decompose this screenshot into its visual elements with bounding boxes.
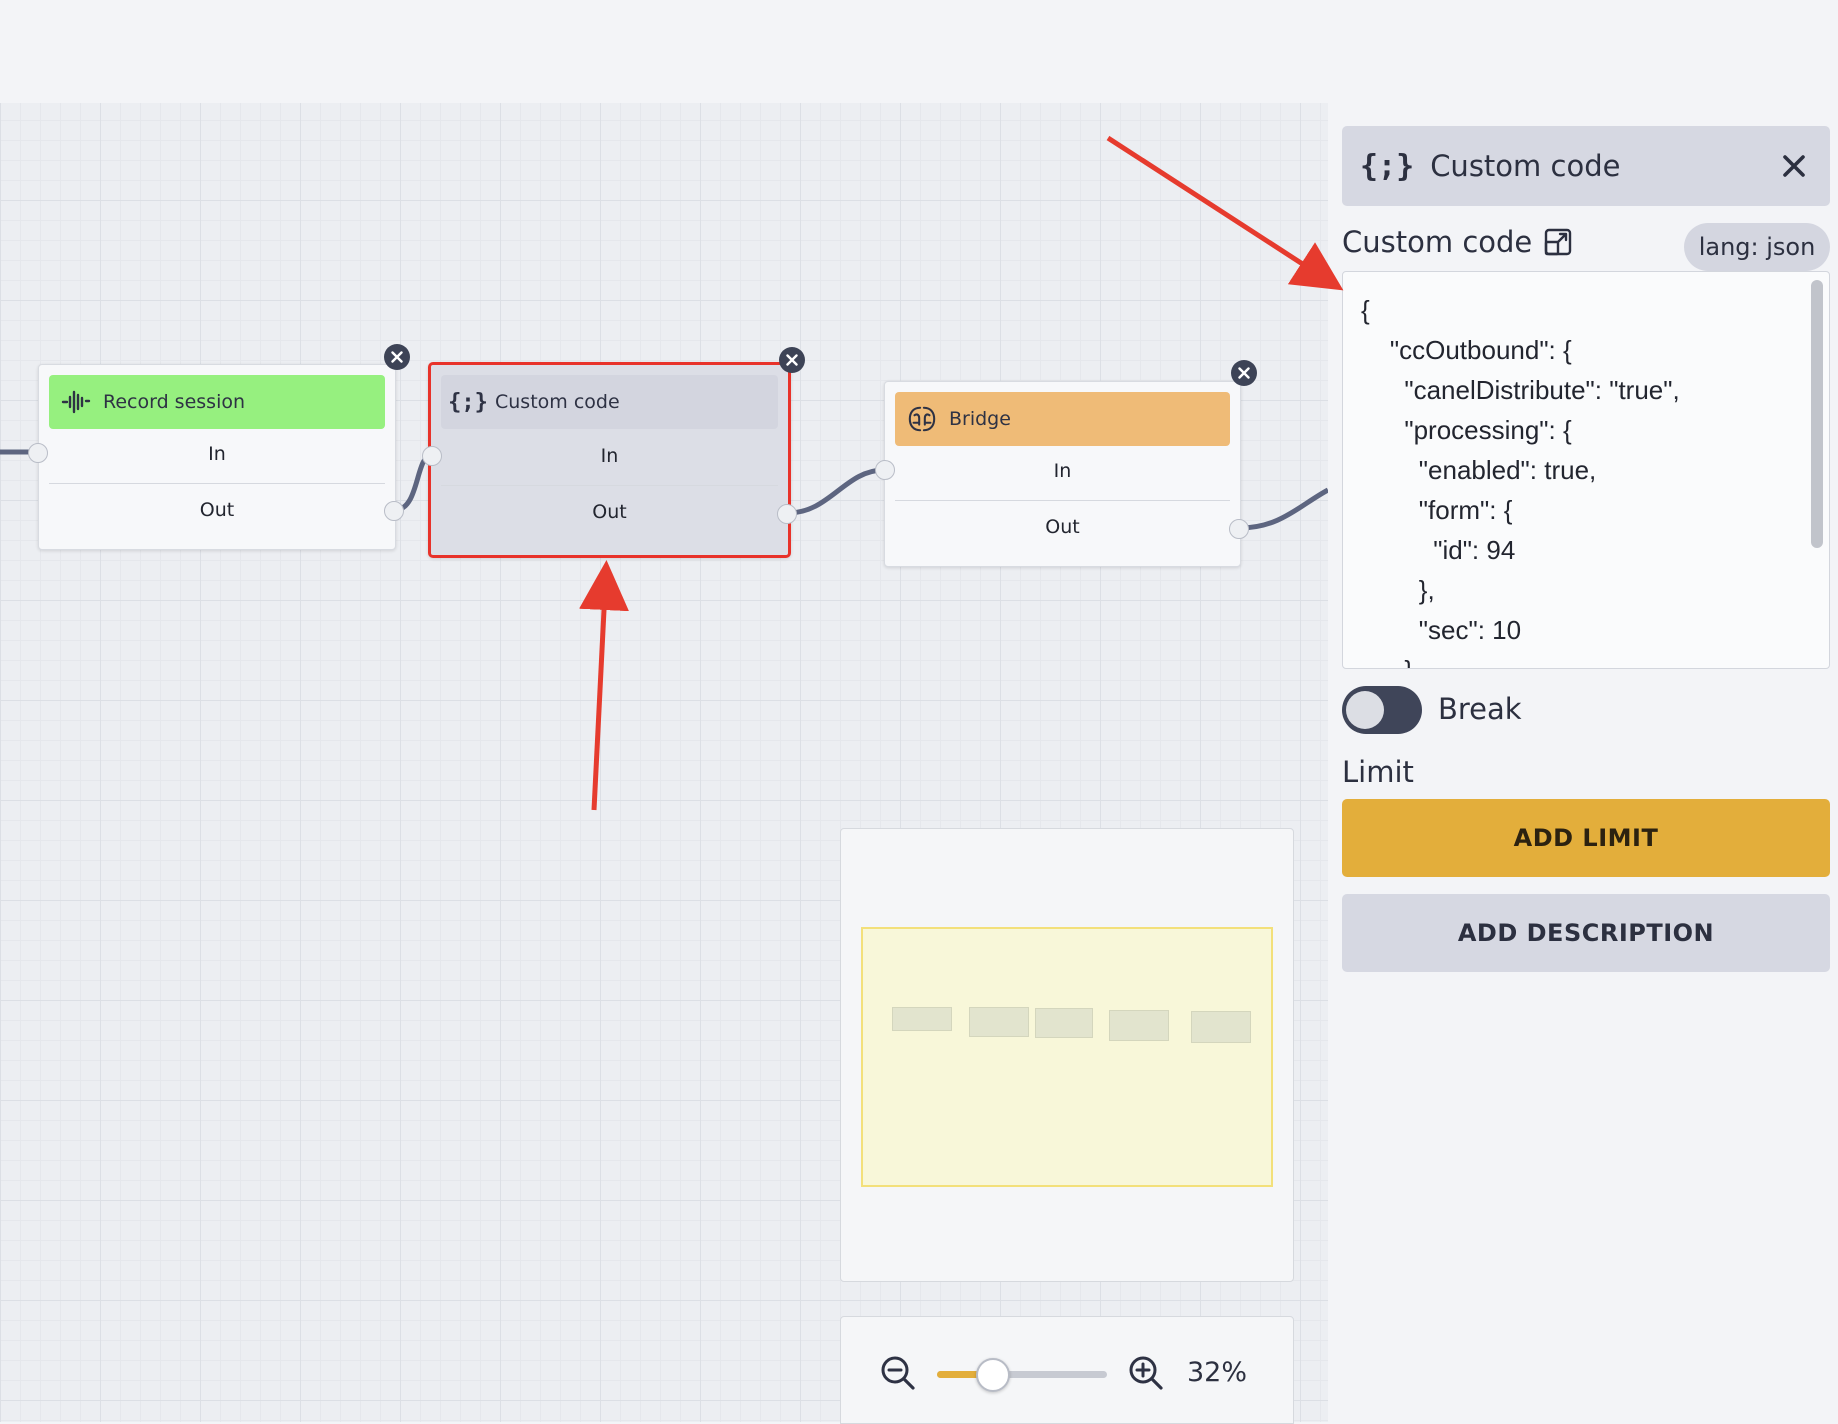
zoom-in-icon[interactable] [1127, 1354, 1165, 1396]
output-port[interactable] [1229, 519, 1249, 539]
node-header[interactable]: {;} Custom code [441, 375, 778, 429]
limit-label: Limit [1342, 755, 1414, 789]
node-title: Record session [103, 391, 246, 413]
minimap[interactable] [840, 828, 1294, 1282]
node-title: Bridge [949, 408, 1011, 430]
node-bridge[interactable]: Bridge In Out [884, 381, 1241, 567]
minimap-node [1109, 1010, 1169, 1041]
properties-panel: {;} Custom code Custom code lang: json {… [1328, 103, 1838, 1422]
close-icon [786, 354, 798, 366]
add-limit-button[interactable]: ADD LIMIT [1342, 799, 1830, 877]
zoom-controls: 32% [840, 1316, 1294, 1424]
close-icon [391, 351, 403, 363]
port-in-label: In [208, 443, 226, 465]
zoom-slider-handle[interactable] [976, 1358, 1011, 1392]
delete-node-bridge[interactable] [1231, 360, 1257, 386]
expand-icon[interactable] [1544, 228, 1572, 256]
code-scrollbar[interactable] [1811, 280, 1823, 548]
node-title: Custom code [495, 391, 620, 413]
output-port[interactable] [777, 504, 797, 524]
close-icon [1783, 155, 1805, 177]
panel-header: {;} Custom code [1342, 126, 1830, 206]
divider [49, 483, 385, 484]
code-editor[interactable]: { "ccOutbound": { "canelDistribute": "tr… [1342, 271, 1830, 669]
divider [441, 485, 778, 486]
node-record-session[interactable]: Record session In Out [38, 364, 396, 550]
bridge-icon [907, 404, 937, 434]
minimap-node [1035, 1008, 1093, 1038]
node-header[interactable]: Record session [49, 375, 385, 429]
custom-code-label-text: Custom code [1342, 225, 1533, 259]
break-label: Break [1438, 692, 1522, 726]
minimap-viewport[interactable] [861, 927, 1273, 1187]
minimap-node [1191, 1011, 1251, 1043]
minimap-node [892, 1007, 952, 1031]
curly-braces-icon: {;} [1360, 148, 1415, 184]
node-header[interactable]: Bridge [895, 392, 1230, 446]
divider [895, 500, 1230, 501]
add-description-button[interactable]: ADD DESCRIPTION [1342, 894, 1830, 972]
custom-code-label: Custom code [1342, 225, 1572, 259]
port-out-label: Out [592, 501, 627, 523]
break-toggle[interactable] [1342, 686, 1422, 734]
minimap-node [969, 1007, 1029, 1037]
port-in-label: In [1053, 460, 1072, 482]
close-icon [1238, 367, 1250, 379]
zoom-percent: 32% [1187, 1357, 1248, 1388]
port-out-label: Out [1045, 516, 1080, 538]
delete-node-record-session[interactable] [384, 344, 410, 370]
port-out-label: Out [199, 499, 235, 521]
node-custom-code[interactable]: {;} Custom code In Out [428, 362, 791, 558]
language-badge[interactable]: lang: json [1684, 223, 1830, 271]
curly-braces-icon: {;} [448, 389, 488, 415]
toggle-knob [1346, 691, 1384, 729]
port-in-label: In [600, 445, 619, 467]
panel-title: Custom code [1430, 149, 1621, 183]
waveform-icon [61, 387, 91, 417]
zoom-out-icon[interactable] [879, 1354, 917, 1396]
input-port[interactable] [28, 443, 48, 463]
input-port[interactable] [875, 460, 895, 480]
code-content[interactable]: { "ccOutbound": { "canelDistribute": "tr… [1343, 290, 1680, 668]
input-port[interactable] [422, 446, 442, 466]
close-panel-button[interactable] [1782, 154, 1806, 182]
top-bar [0, 0, 1838, 103]
output-port[interactable] [384, 501, 404, 521]
delete-node-custom-code[interactable] [779, 347, 805, 373]
zoom-slider[interactable] [937, 1358, 1107, 1392]
